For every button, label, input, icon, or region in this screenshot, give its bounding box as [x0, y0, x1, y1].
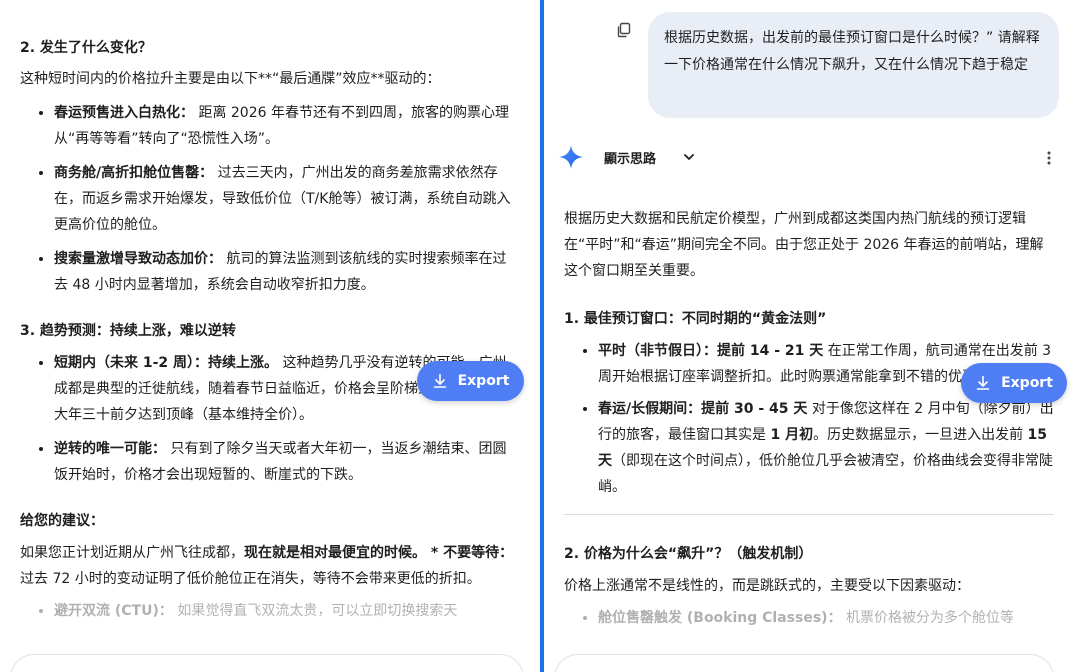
chat-input-box[interactable] [10, 654, 524, 672]
user-message-text: 根据历史数据，出发前的最佳预订窗口是什么时候？” 请解释一下价格通常在什么情况下… [664, 30, 1040, 73]
export-button[interactable]: Export [961, 363, 1067, 403]
download-icon [976, 375, 990, 390]
download-icon [433, 373, 446, 388]
list-item: 商务舱/高折扣舱位售罄： 过去三天内，广州出发的商务差旅需求依然存在，而返乡需求… [54, 160, 520, 238]
copy-icon[interactable] [616, 22, 632, 38]
chat-input-box[interactable] [554, 654, 1054, 672]
gemini-spark-icon [559, 145, 583, 169]
response-content: 根据历史大数据和民航定价模型，广州到成都这类国内热门航线的预订逻辑在“平时”和“… [544, 206, 1080, 631]
price-surge-intro: 价格上涨通常不是线性的，而是跳跃式的，主要受以下因素驱动： [564, 578, 970, 594]
advice-paragraph: 如果您正计划近期从广州飞往成都，现在就是相对最便宜的时候。 * 不要等待： 过去… [20, 545, 514, 587]
section-heading-price-surge: 2. 价格为什么会“飙升”？（触发机制） [564, 546, 813, 562]
list-item: 春运预售进入白热化： 距离 2026 年春节还有不到四周，旅客的购票心理从“再等… [54, 100, 520, 152]
changes-list: 春运预售进入白热化： 距离 2026 年春节还有不到四周，旅客的购票心理从“再等… [20, 100, 520, 298]
section-heading-advice: 给您的建议： [20, 513, 104, 529]
more-vert-icon[interactable] [1040, 148, 1058, 168]
chevron-down-icon[interactable] [682, 150, 696, 164]
section-heading-changes: 2. 发生了什么变化？ [20, 40, 152, 56]
export-label: Export [457, 373, 510, 389]
list-item: 搜索量激增导致动态加价： 航司的算法监测到该航线的实时搜索频率在过去 48 小时… [54, 246, 520, 298]
list-item: 春运/长假期间：提前 30 - 45 天 对于像您这样在 2 月中旬（除夕前）出… [598, 396, 1054, 500]
model-response-header: 顯示思路 [558, 144, 1058, 172]
export-button[interactable]: Export [417, 361, 524, 401]
section-divider [564, 514, 1054, 515]
show-thinking-toggle[interactable]: 顯示思路 [604, 148, 656, 167]
section-heading-trend: 3. 趋势预测：持续上涨，难以逆转 [20, 323, 236, 339]
export-label: Export [1001, 375, 1053, 391]
section-heading-booking-window: 1. 最佳预订窗口：不同时期的“黄金法则” [564, 311, 827, 327]
list-item: 逆转的唯一可能： 只有到了除夕当天或者大年初一，当返乡潮结束、团圆饭开始时，价格… [54, 436, 520, 488]
response-intro: 根据历史大数据和民航定价模型，广州到成都这类国内热门航线的预订逻辑在“平时”和“… [564, 211, 1044, 279]
list-item: 避开双流 (CTU)： 如果觉得直飞双流太贵，可以立即切换搜索天 [54, 598, 520, 624]
right-chat-pane: 根据历史数据，出发前的最佳预订窗口是什么时候？” 请解释一下价格通常在什么情况下… [544, 0, 1080, 672]
user-message-bubble: 根据历史数据，出发前的最佳预订窗口是什么时候？” 请解释一下价格通常在什么情况下… [648, 12, 1059, 118]
changes-intro: 这种短时间内的价格拉升主要是由以下**“最后通牒”效应**驱动的： [20, 71, 441, 87]
left-chat-pane: 2. 发生了什么变化？ 这种短时间内的价格拉升主要是由以下**“最后通牒”效应*… [0, 0, 540, 672]
advice-list: 避开双流 (CTU)： 如果觉得直飞双流太贵，可以立即切换搜索天 [20, 598, 520, 624]
response-content: 2. 发生了什么变化？ 这种短时间内的价格拉升主要是由以下**“最后通牒”效应*… [0, 0, 540, 624]
